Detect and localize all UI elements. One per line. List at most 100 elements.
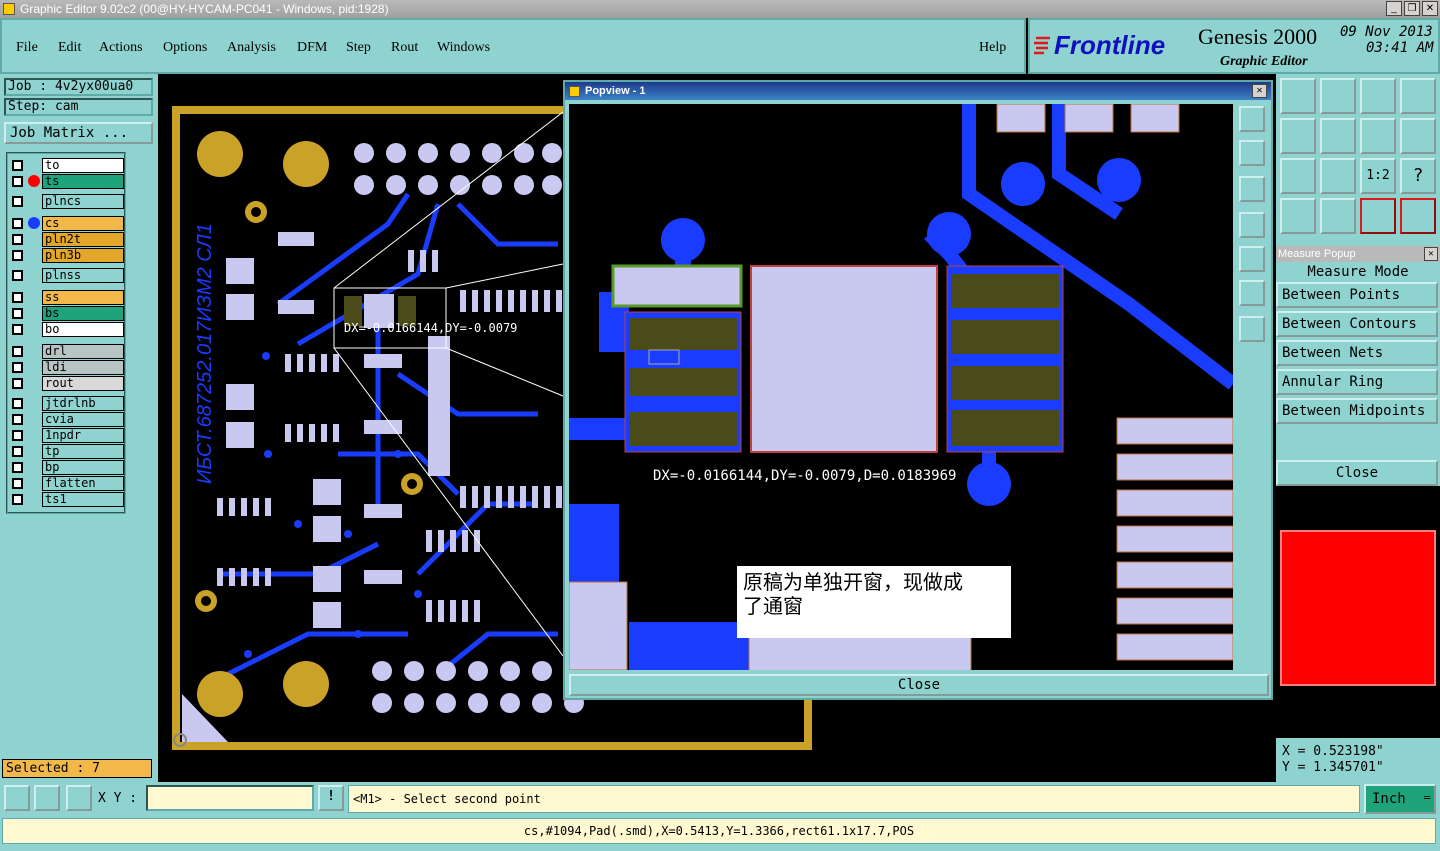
layer-checkbox[interactable]	[12, 462, 23, 473]
measure-between-midpoints[interactable]: Between Midpoints	[1276, 398, 1438, 424]
restore-button[interactable]: ❐	[1404, 1, 1420, 16]
layer-row[interactable]: cs	[8, 216, 126, 231]
tool-house-icon[interactable]	[1360, 78, 1396, 114]
xy-input[interactable]	[146, 785, 314, 811]
menu-analysis[interactable]: Analysis	[227, 40, 276, 56]
layer-name[interactable]: cs	[42, 216, 124, 231]
menu-edit[interactable]: Edit	[58, 40, 81, 56]
layer-checkbox[interactable]	[12, 250, 23, 261]
popview-tool-1-icon[interactable]	[1239, 106, 1265, 132]
units-select[interactable]: Inch ═	[1364, 784, 1436, 814]
popview-canvas[interactable]: DX=-0.0166144,DY=-0.0079,D=0.0183969 原稿为…	[569, 104, 1233, 670]
layer-checkbox[interactable]	[12, 414, 23, 425]
popview-tool-6-icon[interactable]	[1239, 280, 1265, 306]
snap-icon[interactable]	[4, 785, 30, 811]
tool-mirror-icon[interactable]	[1360, 118, 1396, 154]
layer-name[interactable]: ts1	[42, 492, 124, 507]
tool-center-icon[interactable]	[1320, 158, 1356, 194]
tool-probe-icon[interactable]	[1320, 198, 1356, 234]
layer-checkbox[interactable]	[12, 378, 23, 389]
popview-tool-3-icon[interactable]	[1239, 176, 1265, 202]
layer-row[interactable]: ts	[8, 174, 126, 189]
layer-name[interactable]: to	[42, 158, 124, 173]
layer-row[interactable]: bo	[8, 322, 126, 337]
layer-row[interactable]: 1npdr	[8, 428, 126, 443]
popview-tool-5-icon[interactable]	[1239, 246, 1265, 272]
tool-curve-icon[interactable]	[1400, 118, 1436, 154]
layer-row[interactable]: to	[8, 158, 126, 173]
layer-row[interactable]: cvia	[8, 412, 126, 427]
layer-name[interactable]: jtdrlnb	[42, 396, 124, 411]
layer-row[interactable]: ss	[8, 290, 126, 305]
layer-row[interactable]: flatten	[8, 476, 126, 491]
tool-scale-icon[interactable]: 1:2	[1360, 158, 1396, 194]
layer-checkbox[interactable]	[12, 218, 23, 229]
layer-checkbox[interactable]	[12, 160, 23, 171]
popview-close-button[interactable]: Close	[569, 674, 1269, 696]
menu-step[interactable]: Step	[346, 40, 371, 56]
layer-checkbox[interactable]	[12, 324, 23, 335]
layer-name[interactable]: bs	[42, 306, 124, 321]
popview-tool-2-icon[interactable]	[1239, 140, 1265, 166]
layer-name[interactable]: rout	[42, 376, 124, 391]
angle-icon[interactable]	[34, 785, 60, 811]
layer-checkbox[interactable]	[12, 196, 23, 207]
layer-checkbox[interactable]	[12, 234, 23, 245]
measure-between-contours[interactable]: Between Contours	[1276, 311, 1438, 337]
tool-filter-icon[interactable]	[1280, 198, 1316, 234]
layer-row[interactable]: tp	[8, 444, 126, 459]
layer-checkbox[interactable]	[12, 446, 23, 457]
layer-row[interactable]: rout	[8, 376, 126, 391]
tool-measure-nets-icon[interactable]	[1400, 198, 1436, 234]
layer-row[interactable]: plncs	[8, 194, 126, 209]
menu-help[interactable]: Help	[979, 40, 1006, 56]
layer-checkbox[interactable]	[12, 398, 23, 409]
layer-row[interactable]: plnss	[8, 268, 126, 283]
layer-name[interactable]: plncs	[42, 194, 124, 209]
layer-checkbox[interactable]	[12, 494, 23, 505]
layer-checkbox[interactable]	[12, 430, 23, 441]
layer-row[interactable]: jtdrlnb	[8, 396, 126, 411]
layer-checkbox[interactable]	[12, 292, 23, 303]
layer-name[interactable]: ts	[42, 174, 124, 189]
layer-checkbox[interactable]	[12, 478, 23, 489]
popview-close-x-icon[interactable]: ✕	[1252, 84, 1267, 98]
layer-checkbox[interactable]	[12, 270, 23, 281]
layer-checkbox[interactable]	[12, 346, 23, 357]
layer-row[interactable]: bs	[8, 306, 126, 321]
layer-name[interactable]: bp	[42, 460, 124, 475]
measure-close-button[interactable]: Close	[1276, 460, 1438, 486]
layer-row[interactable]: drl	[8, 344, 126, 359]
layer-name[interactable]: cvia	[42, 412, 124, 427]
layer-name[interactable]: ss	[42, 290, 124, 305]
layer-name[interactable]: 1npdr	[42, 428, 124, 443]
close-window-button[interactable]: ✕	[1422, 1, 1438, 16]
layer-row[interactable]: ldi	[8, 360, 126, 375]
menu-rout[interactable]: Rout	[391, 40, 418, 56]
menu-options[interactable]: Options	[163, 40, 207, 56]
layer-row[interactable]: pln2t	[8, 232, 126, 247]
popview-tool-7-icon[interactable]	[1239, 316, 1265, 342]
layer-name[interactable]: plnss	[42, 268, 124, 283]
tool-measure-icon[interactable]	[1360, 198, 1396, 234]
layer-row[interactable]: ts1	[8, 492, 126, 507]
job-matrix-button[interactable]: Job Matrix ...	[4, 122, 153, 144]
layer-name[interactable]: drl	[42, 344, 124, 359]
layer-name[interactable]: ldi	[42, 360, 124, 375]
layer-checkbox[interactable]	[12, 308, 23, 319]
measure-between-nets[interactable]: Between Nets	[1276, 340, 1438, 366]
layer-name[interactable]: tp	[42, 444, 124, 459]
layer-name[interactable]: flatten	[42, 476, 124, 491]
tool-help-icon[interactable]: ?	[1400, 158, 1436, 194]
tool-right-icon[interactable]	[1320, 118, 1356, 154]
tool-window-icon[interactable]	[1400, 78, 1436, 114]
menu-file[interactable]: File	[16, 40, 38, 56]
popview-tool-4-icon[interactable]	[1239, 212, 1265, 238]
layer-row[interactable]: bp	[8, 460, 126, 475]
measure-between-points[interactable]: Between Points	[1276, 282, 1438, 308]
measure-annular-ring[interactable]: Annular Ring	[1276, 369, 1438, 395]
layer-checkbox[interactable]	[12, 362, 23, 373]
menu-windows[interactable]: Windows	[437, 40, 490, 56]
menu-actions[interactable]: Actions	[99, 40, 143, 56]
measure-popup-close-x-icon[interactable]: ✕	[1424, 247, 1438, 261]
